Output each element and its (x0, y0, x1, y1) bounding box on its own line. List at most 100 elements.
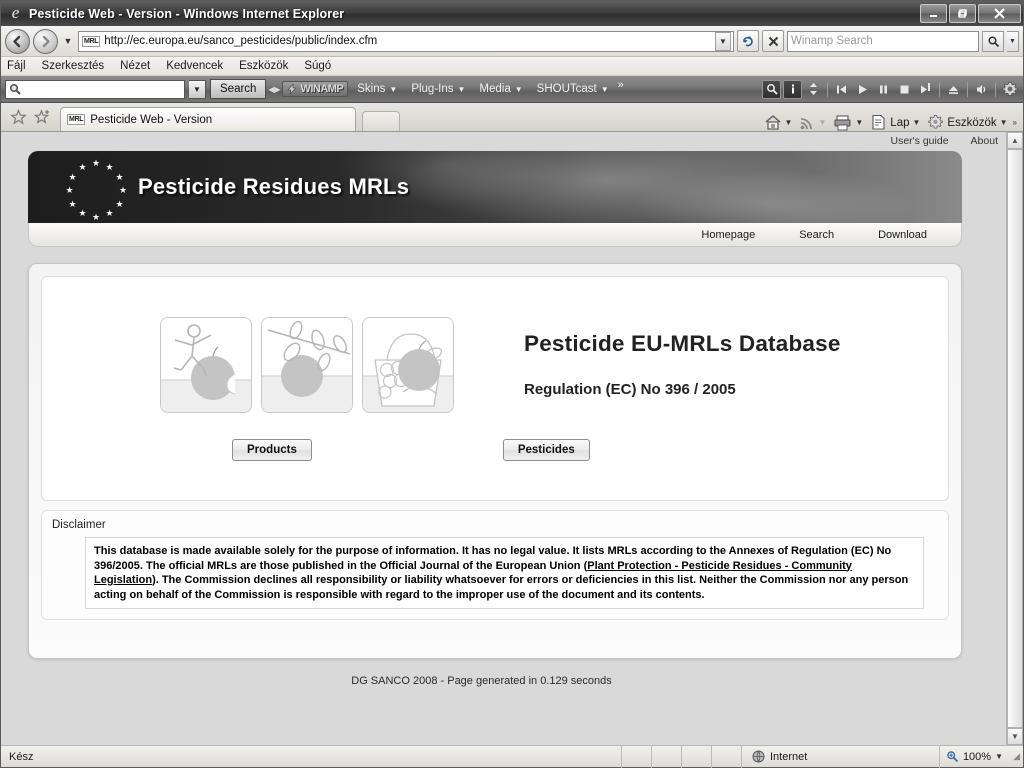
person-apple-illustration (160, 316, 252, 413)
forward-button[interactable] (33, 28, 58, 54)
command-bar: ▼ ▼ ▼ Lap ▼ Eszközök ▼ » (762, 114, 1023, 131)
tab-favicon: MRL (67, 114, 86, 125)
vertical-scrollbar[interactable]: ▲ ▼ (1006, 132, 1023, 745)
status-bar: Kész Internet 100% ▼ ◢ (1, 745, 1023, 768)
hero-panel: Pesticide EU-MRLs Database Regulation (E… (41, 276, 949, 501)
site-banner: ★ ★ ★ ★ ★ ★ ★ ★ ★ ★ ★ ★ Pesticide Residu… (28, 151, 962, 247)
tools-menu-button[interactable]: Eszközök ▼ (925, 114, 1009, 131)
pesticides-button[interactable]: Pesticides (502, 438, 590, 461)
chevron-down-icon: ▼ (457, 84, 466, 94)
new-tab-button[interactable] (362, 111, 400, 131)
nav-download[interactable]: Download (878, 229, 927, 241)
close-button[interactable] (978, 4, 1021, 23)
address-url-text: http://ec.europa.eu/sanco_pesticides/pub… (104, 35, 378, 47)
banner-navigation: Homepage Search Download (28, 223, 962, 247)
page-icon (872, 114, 885, 130)
browser-tab-active[interactable]: MRL Pesticide Web - Version (60, 107, 356, 131)
separator (995, 81, 996, 97)
hero-buttons: Products Pesticides (42, 438, 948, 461)
winamp-next-icon[interactable] (916, 80, 935, 99)
tools-menu-label: Eszközök (947, 116, 997, 129)
nav-homepage[interactable]: Homepage (701, 229, 755, 241)
link-users-guide[interactable]: User's guide (891, 135, 949, 147)
chevron-down-icon[interactable]: ▼ (995, 752, 1003, 761)
minimize-button[interactable] (920, 4, 947, 23)
security-zone[interactable]: Internet (741, 745, 917, 768)
back-button[interactable] (5, 28, 30, 54)
scroll-thumb[interactable] (1007, 149, 1023, 728)
eu-flag-stars-icon: ★ ★ ★ ★ ★ ★ ★ ★ ★ ★ ★ ★ (65, 158, 128, 222)
menu-item-favorites[interactable]: Kedvencek (166, 60, 223, 72)
recent-pages-dropdown-icon[interactable]: ▼ (61, 36, 75, 46)
stop-icon[interactable] (762, 30, 784, 52)
menu-item-edit[interactable]: Szerkesztés (42, 60, 105, 72)
page-top-links: User's guide About (891, 135, 999, 147)
winamp-search-button[interactable]: Search (210, 79, 267, 99)
search-go-icon[interactable] (982, 30, 1004, 52)
gear-icon (928, 115, 944, 129)
scroll-up-button[interactable]: ▲ (1007, 132, 1023, 149)
winamp-volume-updown-icon[interactable] (804, 80, 823, 99)
command-bar-overflow-icon[interactable]: » (1013, 118, 1017, 127)
winamp-menu-shoutcast[interactable]: SHOUTcast ▼ (532, 83, 614, 95)
globe-icon (752, 750, 765, 763)
winamp-menu-skins[interactable]: Skins ▼ (352, 83, 402, 95)
winamp-search-dropdown-icon[interactable]: ▼ (189, 79, 206, 99)
status-cell (681, 745, 711, 768)
status-message: Kész (9, 750, 34, 763)
separator (939, 81, 940, 97)
nav-search[interactable]: Search (799, 229, 834, 241)
status-cell (621, 745, 651, 768)
feeds-button[interactable]: ▼ (797, 115, 828, 131)
winamp-pause-icon[interactable] (874, 80, 893, 99)
menu-item-view[interactable]: Nézet (120, 60, 150, 72)
print-button[interactable]: ▼ (831, 114, 865, 131)
tab-title: Pesticide Web - Version (90, 113, 213, 126)
menu-bar: Fájl Szerkesztés Nézet Kedvencek Eszközö… (1, 57, 1023, 76)
search-input[interactable]: Winamp Search (787, 30, 979, 52)
winamp-settings-gear-icon[interactable] (1000, 80, 1019, 99)
zoom-control[interactable]: 100% ▼ (938, 745, 1009, 768)
home-button[interactable]: ▼ (762, 114, 795, 131)
winamp-eject-icon[interactable] (944, 80, 963, 99)
winamp-search-input[interactable] (5, 79, 185, 99)
menu-item-help[interactable]: Súgó (304, 60, 331, 72)
winamp-volume-icon[interactable] (972, 80, 991, 99)
page-menu-label: Lap (890, 116, 910, 129)
maximize-restore-button[interactable] (949, 4, 976, 23)
refresh-icon[interactable] (737, 30, 759, 52)
winamp-menu-plugins-label: Plug-Ins (411, 83, 454, 95)
internet-explorer-icon: e (11, 3, 20, 22)
chevron-down-icon: ▼ (600, 84, 609, 94)
toolbar-grip[interactable]: ◀▶ (268, 81, 280, 97)
winamp-stop-icon[interactable] (895, 80, 914, 99)
add-to-favorites-icon[interactable] (31, 106, 53, 128)
link-about[interactable]: About (971, 135, 998, 147)
winamp-overflow-icon[interactable]: » (618, 79, 624, 91)
menu-item-file[interactable]: Fájl (7, 60, 26, 72)
page-menu-button[interactable]: Lap ▼ (868, 114, 922, 131)
winamp-menu-skins-label: Skins (357, 83, 386, 95)
address-input[interactable]: MRL http://ec.europa.eu/sanco_pesticides… (78, 30, 734, 52)
illustration-thumbnails (160, 316, 454, 413)
chevron-down-icon: ▼ (999, 118, 1008, 127)
winamp-menu-plugins[interactable]: Plug-Ins ▼ (406, 83, 470, 95)
winamp-play-icon[interactable] (853, 80, 872, 99)
resize-grip[interactable]: ◢ (1009, 751, 1023, 762)
products-button[interactable]: Products (232, 438, 312, 461)
search-provider-dropdown-icon[interactable]: ▼ (1007, 30, 1019, 52)
window-title: Pesticide Web - Version - Windows Intern… (29, 6, 345, 21)
chevron-down-icon: ▼ (784, 118, 793, 127)
winamp-search-icon[interactable] (762, 79, 781, 99)
scroll-down-button[interactable]: ▼ (1007, 728, 1023, 745)
favorites-star-icon[interactable] (7, 106, 29, 128)
address-dropdown-icon[interactable]: ▼ (715, 31, 731, 51)
winamp-menu-media[interactable]: Media ▼ (474, 83, 527, 95)
internet-explorer-window: e Pesticide Web - Version - Windows Inte… (0, 0, 1024, 768)
web-page: User's guide About ★ ★ ★ ★ ★ ★ ★ ★ ★ ★ ★… (1, 132, 1006, 745)
winamp-previous-icon[interactable] (832, 80, 851, 99)
scroll-track[interactable] (1007, 149, 1023, 728)
winamp-info-icon[interactable] (783, 79, 802, 99)
menu-item-tools[interactable]: Eszközök (239, 60, 288, 72)
winamp-brand-text: WINAMP (300, 83, 344, 95)
